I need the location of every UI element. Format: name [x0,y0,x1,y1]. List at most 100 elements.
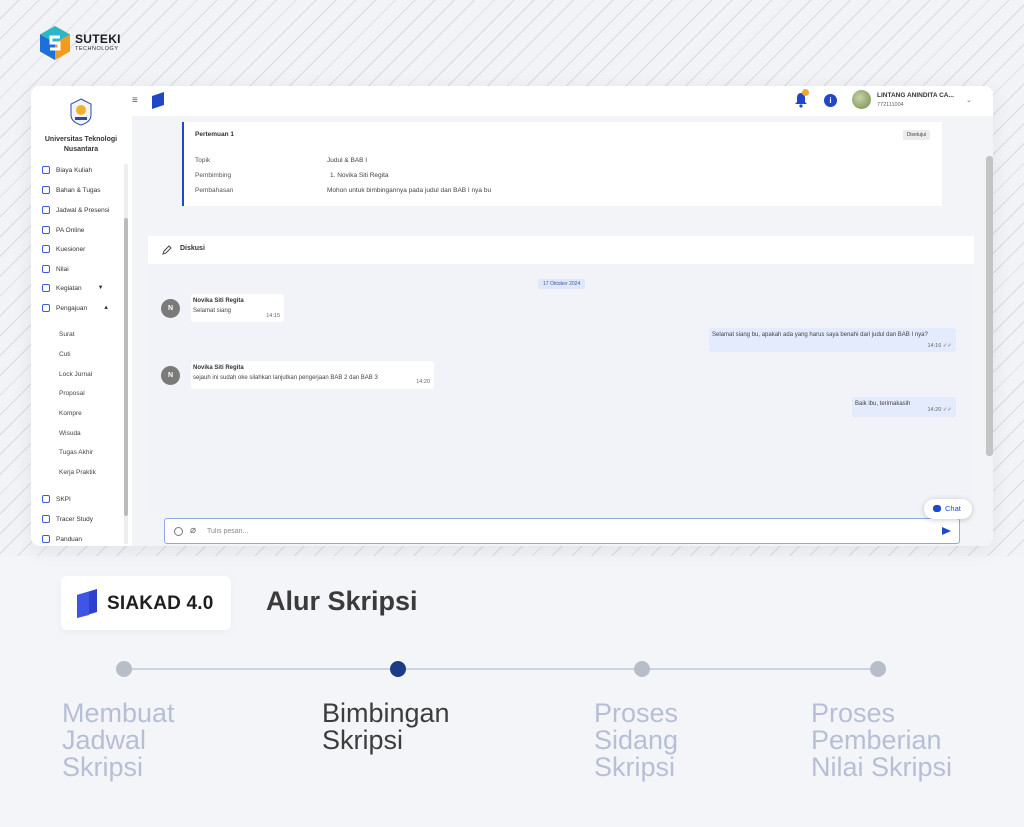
step-line: Proses [811,698,896,728]
message-time: 14:20 ✓✓ [927,407,952,413]
sidebar-subitem-proposal[interactable]: Proposal [59,390,85,397]
message-time: 14:20 [416,379,430,385]
discussion-title: Diskusi [180,245,205,252]
sidebar-item-pengajuan[interactable]: Pengajuan ▲ [42,304,109,312]
sidebar-item-biaya-kuliah[interactable]: Biaya Kuliah [42,166,92,174]
sidebar-item-label: Biaya Kuliah [56,166,93,174]
chat-button-label: Chat [945,504,961,513]
message-input[interactable] [207,525,907,538]
message-sender: Novika Siti Regita [193,365,244,371]
section-title: Alur Skripsi [266,586,418,616]
brand-subtitle: TECHNOLOGY [75,46,119,52]
sidebar-item-panduan[interactable]: Panduan [42,535,82,543]
sidebar-scrollbar-thumb[interactable] [124,218,128,516]
timeline-dot-step-4[interactable] [870,661,886,677]
suteki-brand: SUTEKI TECHNOLOGY [40,26,121,60]
meeting-label-pembimbing: Pembimbing [195,172,232,179]
sidebar: Universitas Teknologi Nusantara Biaya Ku… [31,86,132,546]
sidebar-item-label: Pengajuan [56,304,88,312]
sidebar-item-pa-online[interactable]: PA Online [42,226,84,234]
message-time: 14:15 [266,313,280,319]
chevron-down-icon[interactable]: ⌄ [966,96,972,104]
timeline-dot-step-1[interactable] [116,661,132,677]
sidebar-subitem-cuti[interactable]: Cuti [59,351,71,358]
message-text: Selamat siang bu, apakah ada yang harus … [712,332,928,338]
meeting-value-pembimbing: 1. Novika Siti Regita [330,172,389,179]
message-text: Selamat siang [193,308,232,314]
timeline-dot-step-3[interactable] [634,661,650,677]
sidebar-subitem-kerja-praktik[interactable]: Kerja Praktik [59,469,96,476]
timeline-dot-step-2[interactable] [390,661,406,677]
sidebar-item-skpi[interactable]: SKPI [42,495,71,503]
sidebar-subitem-surat[interactable]: Surat [59,331,75,338]
sidebar-item-label: Kuesioner [56,245,86,253]
message-bubble-incoming: Novika Siti Regita sejauh ini sudah oke … [191,361,434,389]
sidebar-item-label: Jadwal & Presensi [56,206,110,214]
document-icon [42,304,50,312]
message-input-bar: ⌀ [164,518,960,544]
edit-icon [162,245,172,255]
university-name: Universitas Teknologi Nusantara [44,136,118,153]
caret-up-icon: ▲ [103,305,110,311]
sidebar-subitem-wisuda[interactable]: Wisuda [59,430,81,437]
calendar-icon [42,206,50,214]
product-name: SIAKAD 4.0 [107,593,214,614]
timeline-step-3-label: Proses Sidang Skripsi [594,700,678,781]
step-line: Jadwal [62,725,147,755]
sidebar-item-bahan-tugas[interactable]: Bahan & Tugas [42,186,100,194]
step-line: Bimbingan [322,698,450,728]
notification-badge [802,89,809,96]
hamburger-menu-icon[interactable]: ≡ [132,95,138,106]
sidebar-subitem-kompre[interactable]: Kompre [59,410,82,417]
sidebar-item-label: SKPI [56,495,71,503]
chat-bubble-icon [933,505,941,512]
sidebar-item-nilai[interactable]: Nilai [42,265,69,273]
sidebar-item-label: Tracer Study [56,515,93,523]
send-icon[interactable] [942,527,951,535]
suteki-logo-icon [40,26,70,60]
caret-down-icon: ▼ [97,285,104,291]
meeting-card: Pertemuan 1 Disetujui Topik Judul & BAB … [182,122,942,206]
help-icon [42,535,50,543]
app-window: Universitas Teknologi Nusantara Biaya Ku… [31,86,993,546]
university-logo-icon [70,98,92,126]
timeline-step-4-label: Proses Pemberian Nilai Skripsi [811,700,952,781]
step-line: Skripsi [62,752,144,782]
step-line: Skripsi [594,752,676,782]
sidebar-item-jadwal-presensi[interactable]: Jadwal & Presensi [42,206,109,214]
sidebar-item-label: Kegiatan [56,284,82,292]
avatar: N [161,366,180,385]
step-line: Pemberian [811,725,942,755]
sidebar-item-label: PA Online [56,226,85,234]
sidebar-subitem-tugas-akhir[interactable]: Tugas Akhir [59,449,93,456]
document-icon [42,495,50,503]
chat-button[interactable]: Chat [924,499,972,519]
notification-bell-icon[interactable] [794,89,809,108]
info-button[interactable]: i [824,94,837,107]
message-bubble-outgoing: Baik ibu, terimakasih 14:20 ✓✓ [852,397,956,417]
avatar[interactable] [852,90,871,109]
status-badge: Disetujui [902,130,930,140]
checklist-icon [42,245,50,253]
siakad-logo-icon [77,589,97,618]
meeting-value-pembahasan: Mohon untuk bimbingannya pada judul dan … [327,187,492,194]
sidebar-item-label: Nilai [56,265,69,273]
sidebar-subitem-lock-jurnal[interactable]: Lock Jurnal [59,371,92,378]
emoji-icon[interactable] [174,527,183,536]
sidebar-item-kegiatan[interactable]: Kegiatan ▼ [42,284,104,292]
sidebar-item-tracer-study[interactable]: Tracer Study [42,515,93,523]
main-scrollbar-thumb[interactable] [986,156,993,456]
timeline-step-1-label: Membuat Jadwal Skripsi [62,700,175,781]
timeline-track [124,668,878,670]
topbar: ≡ i LINTANG ANINDITA CA... 772111004 ⌄ [132,86,993,116]
attachment-icon[interactable]: ⌀ [190,525,196,537]
step-line: Sidang [594,725,679,755]
message-time: 14:16 ✓✓ [927,343,952,349]
user-name[interactable]: LINTANG ANINDITA CA... [877,92,954,99]
sidebar-item-kuesioner[interactable]: Kuesioner [42,245,85,253]
sidebar-item-label: Panduan [56,535,83,543]
graduation-icon [42,515,50,523]
user-id: 772111004 [877,102,904,108]
meeting-label-topik: Topik [195,157,211,164]
meeting-value-topik: Judul & BAB I [327,157,368,164]
